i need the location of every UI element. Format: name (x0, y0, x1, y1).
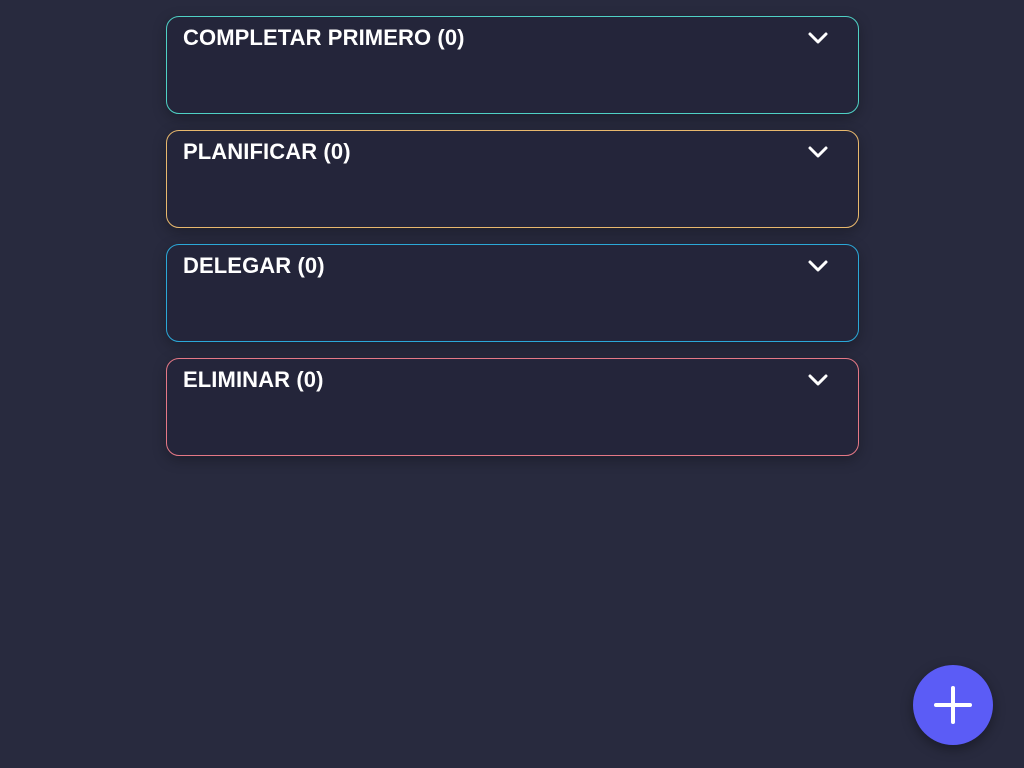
section-title: PLANIFICAR (0) (183, 139, 351, 164)
section-eliminar: ELIMINAR (0) (166, 358, 859, 456)
section-planificar: PLANIFICAR (0) (166, 130, 859, 228)
add-task-button[interactable] (913, 665, 993, 745)
section-header-completar-primero[interactable]: COMPLETAR PRIMERO (0) (167, 17, 858, 99)
chevron-down-icon[interactable] (806, 140, 830, 164)
plus-icon (934, 686, 972, 724)
quadrant-sections: COMPLETAR PRIMERO (0) PLANIFICAR (0) DEL… (166, 16, 859, 472)
section-completar-primero: COMPLETAR PRIMERO (0) (166, 16, 859, 114)
section-header-delegar[interactable]: DELEGAR (0) (167, 245, 858, 327)
section-header-eliminar[interactable]: ELIMINAR (0) (167, 359, 858, 441)
section-title: ELIMINAR (0) (183, 367, 324, 392)
section-delegar: DELEGAR (0) (166, 244, 859, 342)
chevron-down-icon[interactable] (806, 26, 830, 50)
section-header-planificar[interactable]: PLANIFICAR (0) (167, 131, 858, 213)
section-title: COMPLETAR PRIMERO (0) (183, 25, 465, 50)
chevron-down-icon[interactable] (806, 368, 830, 392)
section-title: DELEGAR (0) (183, 253, 325, 278)
chevron-down-icon[interactable] (806, 254, 830, 278)
